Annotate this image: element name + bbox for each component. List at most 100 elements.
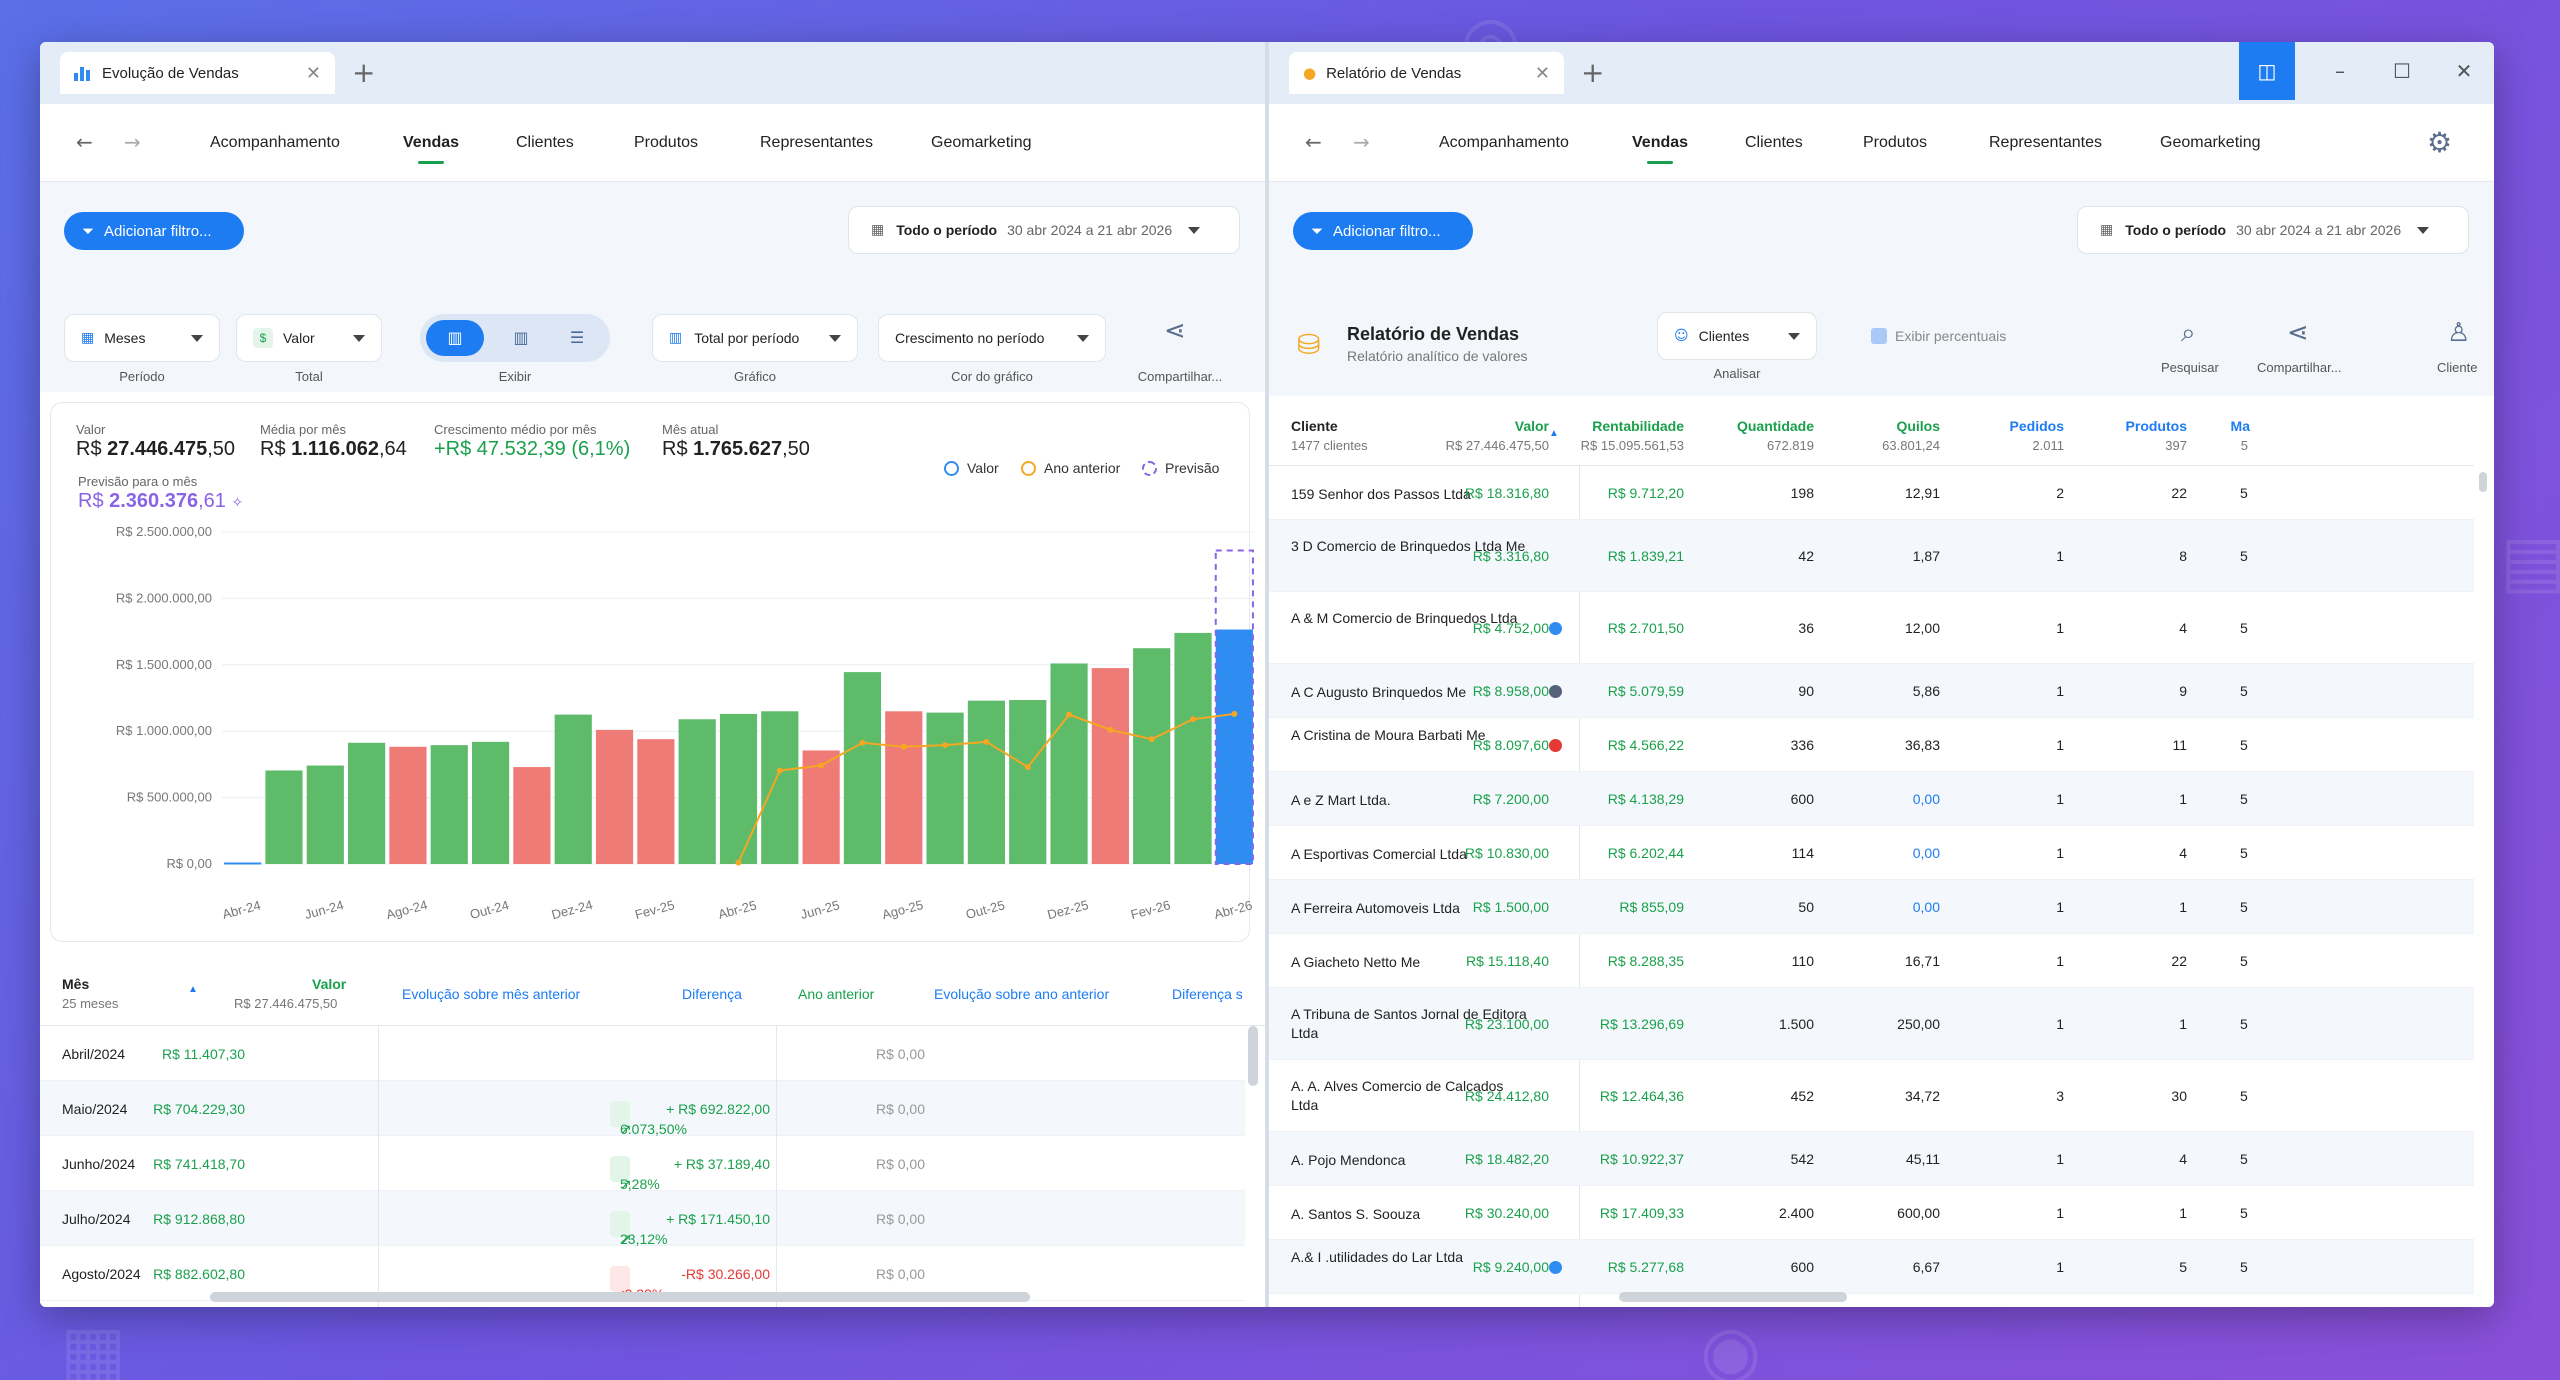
vertical-scrollbar[interactable] bbox=[1248, 1026, 1258, 1086]
nav-geomarketing[interactable]: Geomarketing bbox=[2160, 134, 2261, 152]
cliente-label[interactable]: Cliente bbox=[2437, 360, 2477, 375]
table-row[interactable]: A. Santos S. Soouza R$ 30.240,00 R$ 17.409… bbox=[1269, 1186, 2474, 1240]
table-row[interactable]: A. A. Alves Comercio de Calcados Ltda R$ … bbox=[1269, 1060, 2474, 1132]
share-icon[interactable]: ⋖ bbox=[1164, 316, 1186, 346]
minimize-button[interactable]: – bbox=[2315, 42, 2365, 100]
tab-evolucao[interactable]: Evolução de Vendas ✕ bbox=[60, 52, 335, 94]
col-produtos[interactable]: Produtos bbox=[2126, 418, 2187, 434]
nav-vendas[interactable]: Vendas bbox=[1632, 134, 1688, 164]
new-tab-icon[interactable]: + bbox=[1581, 56, 1604, 89]
nav-representantes[interactable]: Representantes bbox=[1989, 134, 2102, 152]
vertical-scrollbar[interactable] bbox=[2479, 472, 2487, 492]
share-label[interactable]: Compartilhar... bbox=[2257, 360, 2342, 375]
nav-acompanhamento[interactable]: Acompanhamento bbox=[1439, 134, 1569, 152]
nav-vendas[interactable]: Vendas bbox=[403, 134, 459, 164]
col-pedidos[interactable]: Pedidos bbox=[2010, 418, 2064, 434]
add-filter-button[interactable]: ⏷ Adicionar filtro... bbox=[64, 212, 244, 250]
maximize-button[interactable]: ☐ bbox=[2377, 42, 2427, 100]
horizontal-scrollbar[interactable] bbox=[1619, 1292, 1847, 1302]
table-row[interactable]: A Cristina de Moura Barbati Me R$ 8.097,6… bbox=[1269, 718, 2474, 772]
coins-icon: ⛁ bbox=[1297, 328, 1321, 361]
table-row[interactable]: 159 Senhor dos Passos Ltda R$ 18.316,80 R$… bbox=[1269, 466, 2474, 520]
grafico-select[interactable]: ▥ Total por período bbox=[652, 314, 858, 362]
col-quantidade[interactable]: Quantidade bbox=[1737, 418, 1814, 434]
back-arrow-icon[interactable]: ← bbox=[76, 130, 93, 154]
x-tick-label: Abr-25 bbox=[717, 897, 759, 922]
percent-checkbox-label[interactable]: Exibir percentuais bbox=[1895, 328, 2006, 344]
nav-clientes[interactable]: Clientes bbox=[1745, 134, 1803, 152]
col-diferenca-ano[interactable]: Diferença s bbox=[1172, 986, 1243, 1002]
new-tab-icon[interactable]: + bbox=[352, 56, 375, 89]
legend-ano-anterior[interactable]: Ano anterior bbox=[1021, 460, 1120, 476]
nav-produtos[interactable]: Produtos bbox=[1863, 134, 1927, 152]
nav-representantes[interactable]: Representantes bbox=[760, 134, 873, 152]
close-tab-icon[interactable]: ✕ bbox=[306, 63, 321, 84]
period-selector[interactable]: ▦ Todo o período 30 abr 2024 a 21 abr 20… bbox=[2077, 206, 2469, 254]
col-cliente[interactable]: Cliente bbox=[1291, 418, 1338, 434]
percent-checkbox[interactable] bbox=[1871, 328, 1887, 344]
add-filter-button[interactable]: ⏷ Adicionar filtro... bbox=[1293, 212, 1473, 250]
table-row[interactable]: A Ferreira Automoveis Ltda R$ 1.500,00 R$ … bbox=[1269, 880, 2474, 934]
period-selector[interactable]: ▦ Todo o período 30 abr 2024 a 21 abr 20… bbox=[848, 206, 1240, 254]
table-row[interactable]: A Giacheto Netto Me R$ 15.118,40 R$ 8.288,… bbox=[1269, 934, 2474, 988]
nav-acompanhamento[interactable]: Acompanhamento bbox=[210, 134, 340, 152]
legend-previsao[interactable]: Previsão bbox=[1142, 460, 1219, 476]
table-row[interactable]: A & M Comercio de Brinquedos Ltda R$ 4.75… bbox=[1269, 592, 2474, 664]
search-label[interactable]: Pesquisar bbox=[2161, 360, 2219, 375]
share-label[interactable]: Compartilhar... bbox=[1130, 369, 1230, 384]
back-arrow-icon[interactable]: ← bbox=[1305, 130, 1322, 154]
legend-valor[interactable]: Valor bbox=[944, 460, 999, 476]
quilos-cell: 34,72 bbox=[1904, 1088, 1940, 1104]
total-select[interactable]: $ Valor bbox=[236, 314, 382, 362]
forward-arrow-icon[interactable]: → bbox=[124, 130, 141, 154]
tab-relatorio[interactable]: ● Relatório de Vendas ✕ bbox=[1289, 52, 1564, 94]
valor-cell: R$ 9.240,00 bbox=[1472, 1259, 1549, 1275]
view-list-button[interactable]: ☰ bbox=[552, 320, 602, 356]
view-bars-button[interactable]: ▥ bbox=[426, 320, 484, 356]
view-columns-button[interactable]: ▥ bbox=[496, 320, 546, 356]
share-icon[interactable]: ⋖ bbox=[2287, 318, 2309, 348]
previous-year-point bbox=[900, 743, 907, 750]
cor-select[interactable]: Crescimento no período bbox=[878, 314, 1106, 362]
table-row[interactable]: A e Z Mart Ltda. R$ 7.200,00 R$ 4.138,29 60… bbox=[1269, 772, 2474, 826]
col-valor[interactable]: Valor bbox=[1515, 418, 1549, 434]
col-diferenca[interactable]: Diferença bbox=[682, 986, 742, 1002]
table-row[interactable]: Junho/2024 R$ 741.418,70 ↗ 5,28% + R$ 37.18… bbox=[40, 1136, 1245, 1192]
periodo-select[interactable]: ▦ Meses bbox=[64, 314, 220, 362]
user-icon[interactable]: ♙ bbox=[2447, 318, 2470, 348]
horizontal-scrollbar[interactable] bbox=[210, 1292, 1030, 1302]
close-window-button[interactable]: ✕ bbox=[2439, 42, 2489, 100]
col-evolucao-ano[interactable]: Evolução sobre ano anterior bbox=[934, 986, 1109, 1002]
col-evolucao[interactable]: Evolução sobre mês anterior bbox=[402, 986, 580, 1002]
col-quilos[interactable]: Quilos bbox=[1896, 418, 1940, 434]
table-row[interactable]: Abril/2024 R$ 11.407,30 R$ 0,00 bbox=[40, 1026, 1245, 1081]
previous-year-point bbox=[1148, 736, 1155, 743]
table-row[interactable]: Julho/2024 R$ 912.868,80 ↗ 23,12% + R$ 171.… bbox=[40, 1191, 1245, 1247]
nav-geomarketing[interactable]: Geomarketing bbox=[931, 134, 1032, 152]
col-mes[interactable]: Mês bbox=[62, 976, 89, 992]
col-ano-anterior[interactable]: Ano anterior bbox=[798, 986, 874, 1002]
analisar-select[interactable]: ☺ Clientes bbox=[1657, 312, 1817, 360]
bar-chart-icon bbox=[74, 65, 92, 81]
previous-year-point bbox=[735, 859, 742, 866]
table-row[interactable]: Maio/2024 R$ 704.229,30 ↗ 6.073,50% + R$ 69… bbox=[40, 1081, 1245, 1137]
nav-clientes[interactable]: Clientes bbox=[516, 134, 574, 152]
table-row[interactable]: A Esportivas Comercial Ltda R$ 10.830,00 R… bbox=[1269, 826, 2474, 880]
table-row[interactable]: A Tribuna de Santos Jornal de Editora Lt… bbox=[1269, 988, 2474, 1060]
col-rentabilidade[interactable]: Rentabilidade bbox=[1592, 418, 1684, 434]
split-view-button[interactable]: ◫ bbox=[2239, 42, 2295, 100]
sort-asc-icon[interactable]: ▲ bbox=[188, 984, 198, 995]
nav-produtos[interactable]: Produtos bbox=[634, 134, 698, 152]
gear-icon[interactable]: ⚙ bbox=[2427, 126, 2452, 159]
table-row[interactable]: A. Pojo Mendonca R$ 18.482,20 R$ 10.922,37… bbox=[1269, 1132, 2474, 1186]
close-tab-icon[interactable]: ✕ bbox=[1535, 63, 1550, 84]
calendar-icon: ▦ bbox=[871, 222, 885, 238]
table-row[interactable]: A C Augusto Brinquedos Me R$ 8.958,00 R$ 5… bbox=[1269, 664, 2474, 718]
table-row[interactable]: A.& I .utilidades do Lar Ltda R$ 9.240,00… bbox=[1269, 1240, 2474, 1294]
col-valor[interactable]: Valor bbox=[312, 976, 346, 992]
search-icon[interactable]: ⌕ bbox=[2181, 318, 2196, 349]
table-row[interactable]: 3 D Comercio de Brinquedos Ltda Me R$ 3.3… bbox=[1269, 520, 2474, 592]
sort-asc-icon[interactable]: ▲ bbox=[1549, 428, 1559, 439]
col-ma[interactable]: Ma bbox=[2231, 418, 2250, 434]
forward-arrow-icon[interactable]: → bbox=[1353, 130, 1370, 154]
